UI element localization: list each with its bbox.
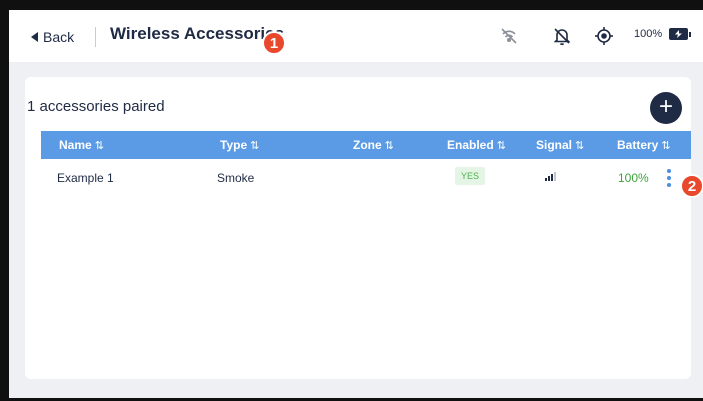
- table-row[interactable]: Example 1 Smoke YES 100%: [41, 165, 691, 189]
- enabled-badge: YES: [455, 167, 486, 185]
- add-accessory-button[interactable]: +: [650, 92, 682, 124]
- signal-bar: [554, 172, 556, 181]
- back-arrow-icon: [31, 32, 38, 42]
- device-frame: Back Wireless Accessories 100% 1 1 acces…: [0, 0, 703, 401]
- col-enabled[interactable]: Enabled ⇅: [447, 138, 506, 152]
- col-name[interactable]: Name ⇅: [59, 138, 104, 152]
- top-bar: Back Wireless Accessories 100% 1: [9, 10, 703, 62]
- col-type[interactable]: Type ⇅: [220, 138, 259, 152]
- signal-bar: [548, 176, 550, 181]
- table-header: Name ⇅ Type ⇅ Zone ⇅ Enabled ⇅ Signal ⇅ Batte…: [41, 131, 691, 159]
- locate-icon[interactable]: [592, 24, 616, 48]
- battery-percent: 100%: [634, 28, 663, 40]
- sort-icon: ⇅: [250, 140, 260, 152]
- col-signal[interactable]: Signal ⇅: [536, 138, 584, 152]
- dot: [667, 183, 671, 187]
- signal-bars-icon: [545, 172, 556, 181]
- paired-count: 1 accessories paired: [27, 98, 165, 115]
- screen: Back Wireless Accessories 100% 1 1 acces…: [9, 10, 703, 398]
- signal-bar: [545, 178, 547, 181]
- cell-type: Smoke: [217, 171, 255, 185]
- annotation-marker-1: 1: [262, 31, 286, 55]
- sort-icon: ⇅: [496, 140, 506, 152]
- signal-bar: [551, 174, 553, 181]
- page-title: Wireless Accessories: [110, 24, 285, 43]
- bell-off-icon[interactable]: [550, 24, 574, 48]
- battery-tip: [689, 32, 691, 37]
- sort-icon: ⇅: [94, 140, 104, 152]
- cell-battery: 100%: [618, 171, 649, 185]
- sort-icon: ⇅: [661, 140, 671, 152]
- divider: [95, 27, 96, 47]
- annotation-marker-2: 2: [680, 174, 703, 198]
- dot: [667, 176, 671, 180]
- battery-charging-icon: [669, 28, 688, 40]
- sort-icon: ⇅: [575, 140, 585, 152]
- col-zone[interactable]: Zone ⇅: [353, 138, 394, 152]
- cell-name: Example 1: [57, 171, 114, 185]
- back-button[interactable]: Back: [31, 27, 74, 47]
- col-battery[interactable]: Battery ⇅: [617, 138, 671, 152]
- dot: [667, 169, 671, 173]
- back-label: Back: [43, 29, 75, 45]
- accessories-card: 1 accessories paired + Name ⇅ Type ⇅ Zone ⇅…: [25, 77, 691, 379]
- no-signal-icon[interactable]: [497, 24, 521, 48]
- row-menu-button[interactable]: [666, 169, 672, 187]
- sort-icon: ⇅: [384, 140, 394, 152]
